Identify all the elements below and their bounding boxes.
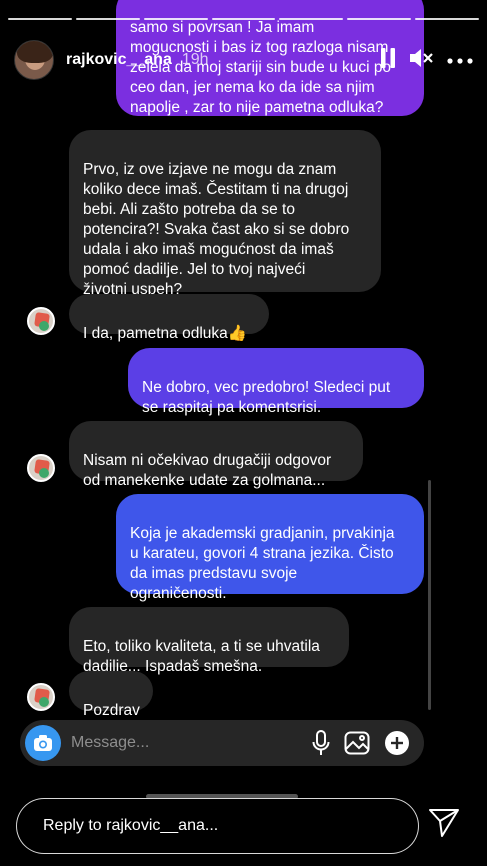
message-text: Ne dobro, vec predobro! Sledeci put se r…: [142, 379, 391, 416]
progress-segment: [415, 18, 480, 20]
sender-avatar: [27, 454, 55, 482]
scrollbar: [428, 480, 431, 710]
message-outgoing: Koja je akademski gradjanin, prvakinja u…: [116, 494, 424, 602]
message-composer: Message...: [20, 720, 424, 766]
message-incoming: Prvo, iz ove izjave ne mogu da znam koli…: [69, 130, 381, 298]
story-progress-bar: [8, 18, 480, 20]
camera-button: [25, 725, 61, 761]
speaker-muted-icon[interactable]: [409, 48, 433, 73]
sender-avatar: [27, 307, 55, 335]
more-icon[interactable]: [447, 51, 473, 69]
chat-screenshot: samo si povrsan ! Ja imam mogucnosti i b…: [12, 0, 430, 790]
gallery-icon: [344, 731, 370, 755]
story-username[interactable]: rajkovic__ana: [66, 51, 172, 69]
avatar[interactable]: [14, 40, 54, 80]
message-incoming: Nisam ni očekivao drugačiji odgovor od m…: [69, 421, 363, 489]
progress-segment: [347, 18, 412, 20]
message-incoming: Pozdrav: [69, 671, 153, 719]
message-text: Prvo, iz ove izjave ne mogu da znam koli…: [83, 161, 350, 298]
progress-segment: [279, 18, 344, 20]
send-icon[interactable]: [428, 808, 460, 843]
progress-segment: [143, 18, 208, 20]
message-text: Koja je akademski gradjanin, prvakinja u…: [130, 525, 395, 602]
progress-segment: [211, 18, 276, 20]
story-viewer: samo si povrsan ! Ja imam mogucnosti i b…: [0, 0, 487, 866]
story-header: rajkovic__ana 19h: [14, 38, 473, 82]
camera-icon: [34, 735, 52, 751]
pause-icon[interactable]: [381, 47, 395, 73]
reply-input[interactable]: Reply to rajkovic__ana...: [16, 798, 419, 854]
message-text: Eto, toliko kvaliteta, a ti se uhvatila …: [83, 638, 320, 675]
plus-icon: [384, 730, 410, 756]
message-incoming: Eto, toliko kvaliteta, a ti se uhvatila …: [69, 607, 349, 675]
message-outgoing: Ne dobro, vec predobro! Sledeci put se r…: [128, 348, 424, 416]
story-time: 19h: [181, 51, 209, 68]
message-text: I da, pametna odluka👍: [83, 325, 248, 342]
progress-segment: [8, 18, 72, 20]
message-incoming: I da, pametna odluka👍: [69, 294, 269, 342]
progress-segment: [75, 18, 140, 20]
sender-avatar: [27, 683, 55, 711]
message-text: Nisam ni očekivao drugačiji odgovor od m…: [83, 452, 332, 489]
message-text: Pozdrav: [83, 702, 140, 719]
reply-placeholder: Reply to rajkovic__ana...: [43, 817, 219, 834]
composer-placeholder: Message...: [71, 734, 150, 751]
microphone-icon: [312, 730, 330, 756]
